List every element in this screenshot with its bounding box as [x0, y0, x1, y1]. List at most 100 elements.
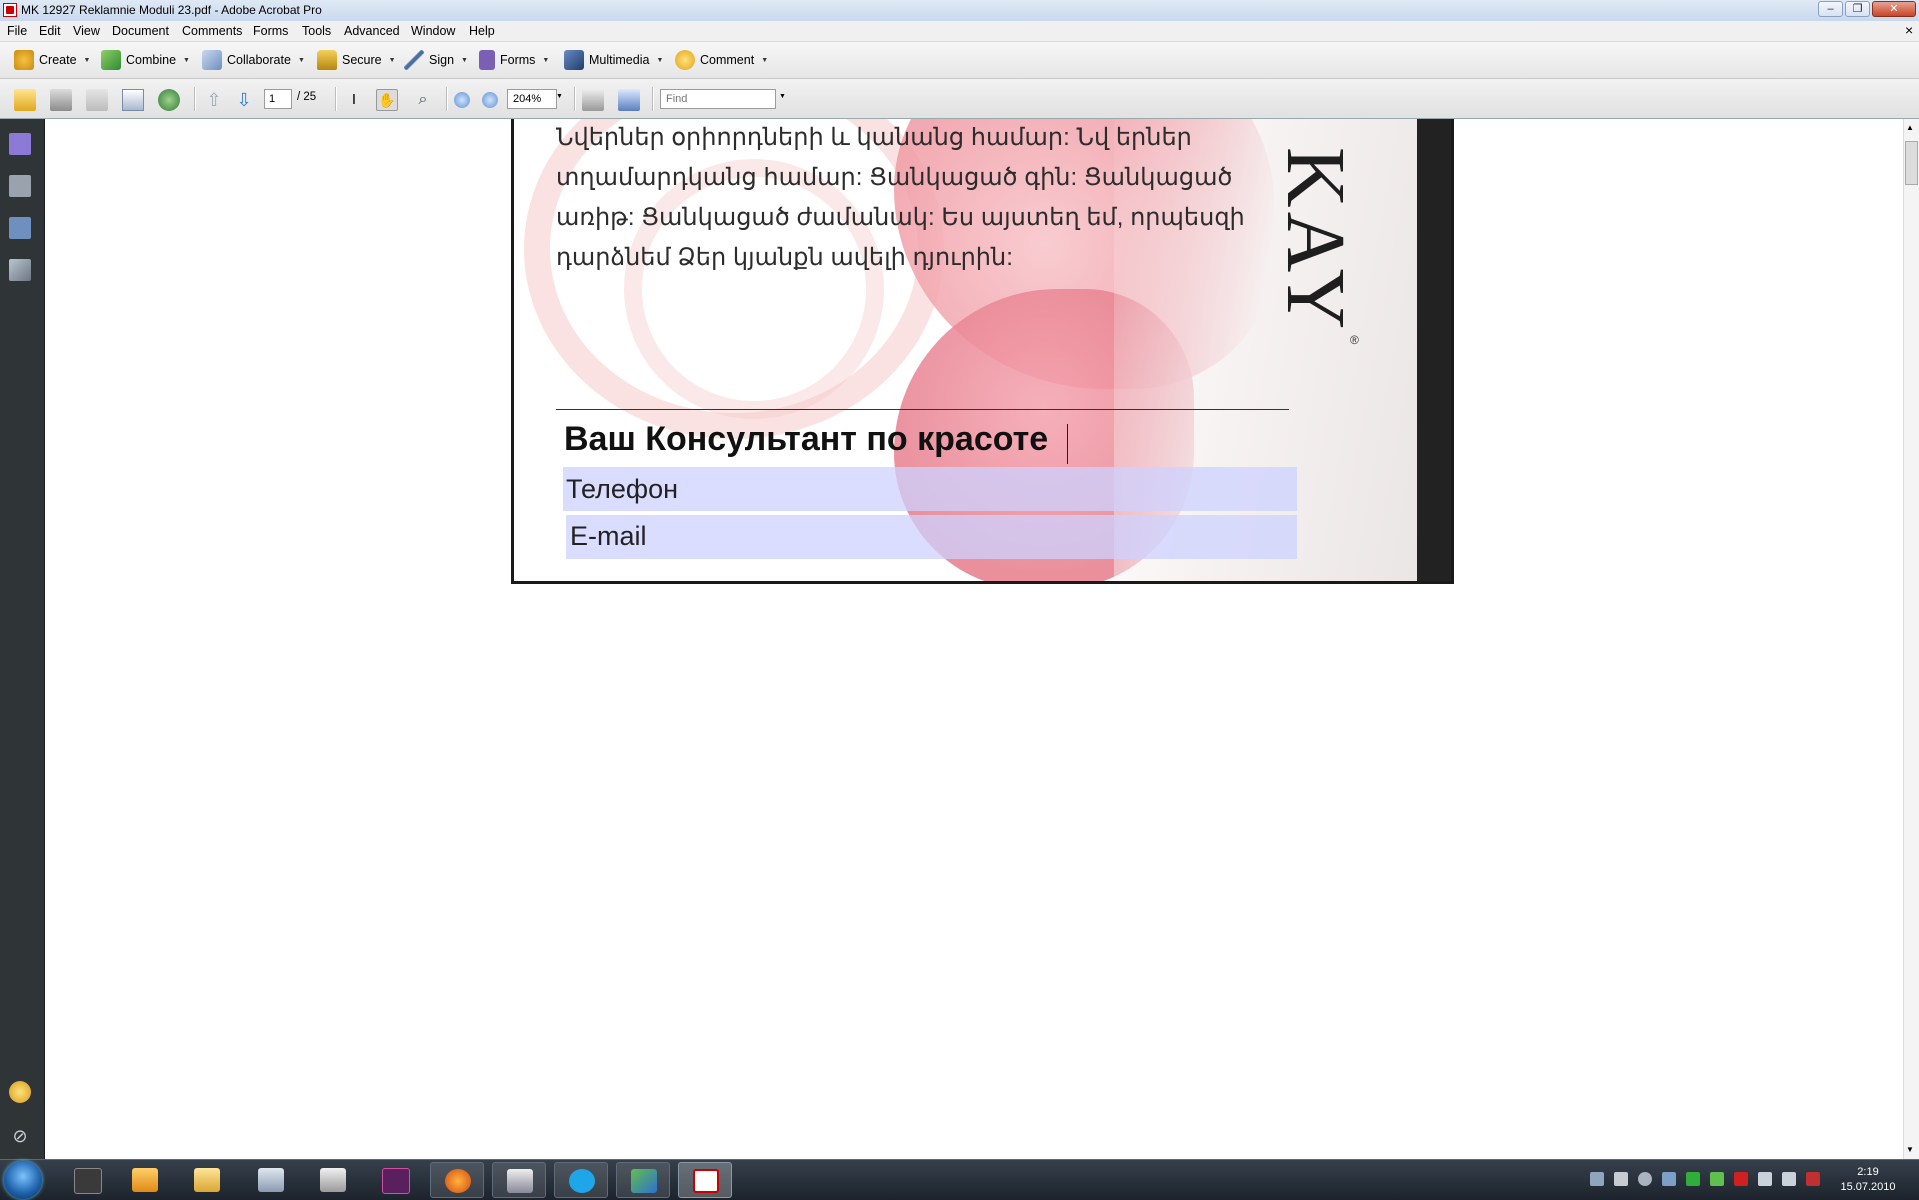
open-folder-icon[interactable] — [14, 89, 36, 111]
web-capture-icon[interactable] — [158, 89, 180, 111]
consultant-heading: Ваш Консультант по красоте — [564, 420, 1049, 458]
zoom-tool-icon[interactable]: ⌕ — [412, 89, 434, 111]
taskbar-app-indesign[interactable] — [368, 1162, 422, 1198]
start-button[interactable] — [4, 1161, 42, 1199]
multimedia-button[interactable]: Multimedia ▼ — [564, 48, 663, 72]
zoom-dropdown-icon[interactable]: ▼ — [556, 93, 563, 100]
phone-label: Телефон — [566, 474, 679, 504]
tray-update-icon[interactable] — [1710, 1172, 1724, 1186]
tray-volume-icon[interactable] — [1758, 1172, 1772, 1186]
sign-button[interactable]: Sign ▼ — [404, 48, 468, 72]
dropdown-arrow-icon: ▼ — [183, 56, 190, 64]
collaborate-icon — [202, 50, 222, 70]
tray-alert-icon[interactable] — [1806, 1172, 1820, 1186]
divider-line — [556, 409, 1289, 410]
secure-button[interactable]: Secure ▼ — [317, 48, 396, 72]
previous-page-icon[interactable]: ⇧ — [203, 89, 225, 111]
armenian-text-line: տղամարդկանց համար: Ցանկացած գին: Ցանկացա… — [556, 164, 1233, 191]
menu-tools[interactable]: Tools — [302, 24, 331, 38]
swirl-decoration-inner — [624, 159, 884, 419]
menu-edit[interactable]: Edit — [39, 24, 61, 38]
create-button[interactable]: Create ▼ — [14, 48, 90, 72]
taskbar-app-media-player-classic[interactable] — [60, 1162, 114, 1198]
tray-ati-icon[interactable] — [1734, 1172, 1748, 1186]
page-total: / 25 — [297, 91, 317, 103]
minimize-button[interactable]: – — [1818, 1, 1843, 17]
menu-bar: File Edit View Document Comments Forms T… — [0, 21, 1919, 42]
clock-date: 15.07.2010 — [1840, 1181, 1896, 1193]
collaborate-button[interactable]: Collaborate ▼ — [202, 48, 305, 72]
zoom-level-input[interactable] — [507, 89, 557, 109]
menu-document[interactable]: Document — [112, 24, 169, 38]
menu-advanced[interactable]: Advanced — [344, 24, 400, 38]
next-page-icon[interactable]: ⇩ — [233, 89, 255, 111]
taskbar-clock[interactable]: 2:19 15.07.2010 — [1828, 1165, 1908, 1195]
tray-keyboard-icon[interactable] — [1686, 1172, 1700, 1186]
multimedia-icon — [564, 50, 584, 70]
forms-button[interactable]: Forms ▼ — [479, 48, 549, 72]
menu-window[interactable]: Window — [411, 24, 455, 38]
windows-taskbar: 2:19 15.07.2010 — [0, 1159, 1919, 1200]
taskbar-app-acrobat[interactable] — [678, 1162, 732, 1198]
combine-button[interactable]: Combine ▼ — [101, 48, 190, 72]
scroll-down-icon[interactable]: ▼ — [1906, 1145, 1914, 1154]
full-screen-icon[interactable] — [618, 89, 640, 111]
taskbar-app-firefox[interactable] — [430, 1162, 484, 1198]
menu-view[interactable]: View — [73, 24, 100, 38]
bookmarks-icon[interactable] — [9, 133, 31, 155]
document-close-button[interactable]: × — [1905, 22, 1913, 38]
email-icon[interactable] — [122, 89, 144, 111]
dropdown-arrow-icon: ▼ — [297, 56, 305, 64]
brand-logo-text: KAY — [1269, 147, 1362, 334]
fit-page-icon[interactable] — [582, 89, 604, 111]
navigation-toolbar: ⇧ ⇩ / 25 I ✋ ⌕ ▼ ▼ — [0, 79, 1919, 119]
vertical-scrollbar[interactable]: ▲ ▼ — [1903, 119, 1919, 1159]
taskbar-app-windows[interactable] — [616, 1162, 670, 1198]
taskbar-app-calculator[interactable] — [244, 1162, 298, 1198]
close-button[interactable]: ✕ — [1872, 1, 1916, 17]
hand-tool-icon[interactable]: ✋ — [376, 89, 398, 111]
signatures-icon[interactable] — [9, 259, 31, 281]
armenian-text-line: առիթ: Ցանկացած ժամանակ: Ես այստեղ եմ, որ… — [556, 204, 1245, 231]
tray-disc-icon[interactable] — [1638, 1172, 1652, 1186]
sign-label: Sign — [429, 53, 455, 67]
save-icon[interactable] — [86, 89, 108, 111]
text-cursor — [1067, 424, 1068, 464]
taskbar-app-utility[interactable] — [492, 1162, 546, 1198]
dropdown-arrow-icon: ▼ — [461, 56, 468, 64]
scrollbar-thumb[interactable] — [1905, 141, 1918, 185]
lock-icon — [317, 50, 337, 70]
tray-network-icon[interactable] — [1590, 1172, 1604, 1186]
taskbar-app-explorer[interactable] — [180, 1162, 234, 1198]
print-icon[interactable] — [50, 89, 72, 111]
select-text-icon[interactable]: I — [343, 89, 365, 111]
menu-comments[interactable]: Comments — [182, 24, 242, 38]
menu-help[interactable]: Help — [469, 24, 495, 38]
taskbar-app-skype[interactable] — [554, 1162, 608, 1198]
phone-form-field[interactable]: Телефон — [563, 467, 1297, 511]
secure-label: Secure — [342, 53, 382, 67]
scroll-up-icon[interactable]: ▲ — [1906, 123, 1914, 132]
zoom-out-icon[interactable] — [454, 92, 470, 108]
page-number-input[interactable] — [264, 89, 292, 109]
tray-desktop-icon[interactable] — [1782, 1172, 1796, 1186]
tray-usb-icon[interactable] — [1614, 1172, 1628, 1186]
paperclip-icon[interactable]: ⊘ — [9, 1125, 31, 1147]
menu-file[interactable]: File — [7, 24, 27, 38]
comment-button[interactable]: Comment ▼ — [675, 48, 768, 72]
comment-icon — [675, 50, 695, 70]
brand-sidebar — [1417, 119, 1451, 581]
restore-button[interactable]: ❐ — [1845, 1, 1870, 17]
zoom-in-icon[interactable] — [482, 92, 498, 108]
taskbar-app-media[interactable] — [118, 1162, 172, 1198]
collaborate-label: Collaborate — [227, 53, 291, 67]
comments-panel-icon[interactable] — [9, 1081, 31, 1103]
email-form-field[interactable]: E-mail — [566, 515, 1297, 559]
taskbar-app-scanner[interactable] — [306, 1162, 360, 1198]
attachments-panel-icon[interactable] — [9, 217, 31, 239]
find-input[interactable] — [660, 89, 776, 109]
find-dropdown-icon[interactable]: ▼ — [779, 93, 786, 100]
tray-monitor-icon[interactable] — [1662, 1172, 1676, 1186]
pages-icon[interactable] — [9, 175, 31, 197]
menu-forms[interactable]: Forms — [253, 24, 288, 38]
